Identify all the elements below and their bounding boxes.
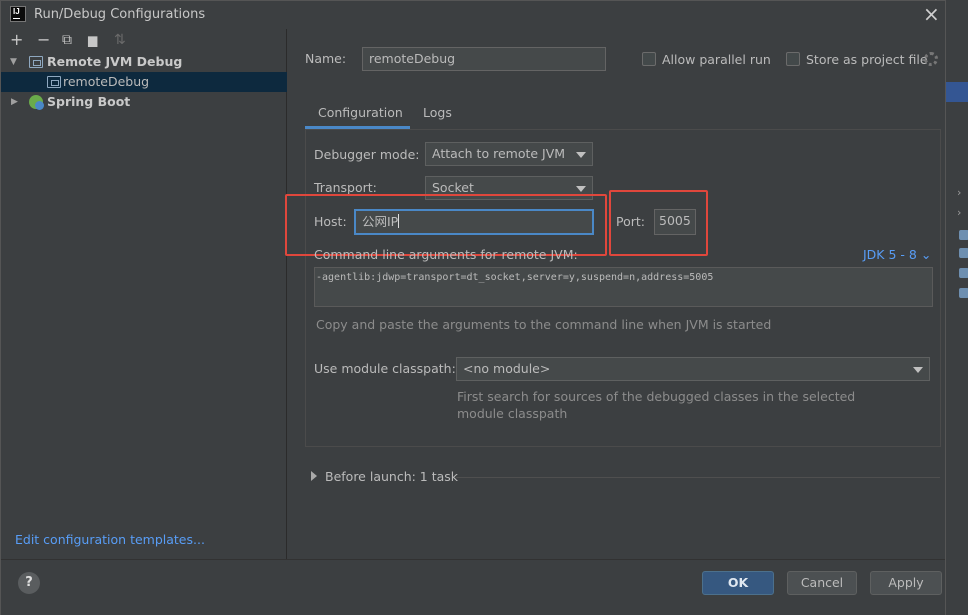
- command-line-hint: Copy and paste the arguments to the comm…: [316, 317, 772, 332]
- copy-icon[interactable]: ⧉: [62, 30, 72, 50]
- edit-templates-link[interactable]: Edit configuration templates...: [15, 532, 205, 547]
- command-line-args[interactable]: -agentlib:jdwp=transport=dt_socket,serve…: [314, 267, 933, 307]
- before-launch-label: Before launch: 1 task: [325, 469, 459, 484]
- remote-jvm-icon: [29, 56, 43, 68]
- before-launch-section[interactable]: Before launch: 1 task: [311, 469, 458, 484]
- sort-icon[interactable]: ⇅: [114, 30, 126, 50]
- module-classpath-select[interactable]: <no module>: [456, 357, 930, 381]
- file-icon: [959, 268, 968, 278]
- help-button[interactable]: ?: [18, 572, 40, 594]
- tree-item-remotedebug[interactable]: remoteDebug: [1, 72, 287, 92]
- chevron-right-icon: ›: [957, 206, 962, 219]
- intellij-app-icon: IJ: [10, 6, 26, 22]
- add-icon[interactable]: +: [10, 30, 23, 50]
- jdk-version-select[interactable]: JDK 5 - 8 ⌄: [863, 247, 931, 262]
- gear-icon[interactable]: [924, 52, 938, 66]
- file-icon: [959, 230, 968, 240]
- file-icon: [959, 288, 968, 298]
- title-bar: IJ Run/Debug Configurations ×: [1, 1, 945, 29]
- chevron-down-icon: [576, 152, 586, 158]
- apply-button[interactable]: Apply: [870, 571, 942, 595]
- divider: [456, 477, 940, 478]
- module-classpath-hint: module classpath: [457, 406, 568, 421]
- port-highlight-box: [609, 190, 708, 256]
- remove-icon[interactable]: −: [37, 30, 50, 50]
- tree-item-label: Remote JVM Debug: [47, 54, 183, 69]
- allow-parallel-label: Allow parallel run: [662, 52, 771, 67]
- tree-item-spring-boot[interactable]: ▶ Spring Boot: [1, 92, 287, 112]
- allow-parallel-checkbox[interactable]: [642, 52, 656, 66]
- module-classpath-value: <no module>: [463, 361, 551, 376]
- name-input[interactable]: remoteDebug: [362, 47, 606, 71]
- command-line-label: Command line arguments for remote JVM:: [314, 247, 578, 262]
- run-debug-dialog: IJ Run/Debug Configurations × + − ⧉ ▆ ⇅ …: [0, 0, 946, 615]
- close-icon[interactable]: ×: [923, 3, 940, 25]
- chevron-down-icon: [576, 186, 586, 192]
- spring-boot-icon: [29, 95, 44, 110]
- store-project-label: Store as project file: [806, 52, 928, 67]
- debugger-mode-label: Debugger mode:: [314, 147, 420, 162]
- tree-item-label: remoteDebug: [63, 74, 150, 89]
- folder-icon[interactable]: ▆: [88, 30, 97, 50]
- transport-value: Socket: [432, 180, 474, 195]
- chevron-right-icon: ›: [957, 186, 962, 199]
- file-icon: [959, 248, 968, 258]
- tab-logs[interactable]: Logs: [423, 105, 452, 120]
- tree-item-label: Spring Boot: [47, 94, 131, 109]
- chevron-down-icon: [913, 367, 923, 373]
- tree-item-remote-jvm-debug[interactable]: ▼ Remote JVM Debug: [1, 52, 287, 72]
- chevron-right-icon: [311, 471, 317, 481]
- store-project-checkbox[interactable]: [786, 52, 800, 66]
- chevron-down-icon[interactable]: ▼: [10, 52, 17, 72]
- debugger-mode-select[interactable]: Attach to remote JVM: [425, 142, 593, 166]
- module-classpath-hint: First search for sources of the debugged…: [457, 389, 856, 404]
- cancel-button[interactable]: Cancel: [787, 571, 857, 595]
- sidebar-toolbar: + − ⧉ ▆ ⇅: [1, 29, 287, 53]
- remote-config-icon: [47, 76, 61, 88]
- ok-button[interactable]: OK: [702, 571, 774, 595]
- window-title: Run/Debug Configurations: [34, 7, 206, 22]
- configurations-sidebar: + − ⧉ ▆ ⇅ ▼ Remote JVM Debug remoteDebug…: [1, 29, 287, 559]
- transport-label: Transport:: [314, 180, 377, 195]
- chevron-right-icon[interactable]: ▶: [11, 92, 18, 112]
- debugger-mode-value: Attach to remote JVM: [432, 146, 566, 161]
- jdk-version-value: JDK 5 - 8: [863, 247, 917, 262]
- module-classpath-label: Use module classpath:: [314, 361, 456, 376]
- name-label: Name:: [305, 51, 347, 66]
- tab-configuration[interactable]: Configuration: [318, 105, 403, 120]
